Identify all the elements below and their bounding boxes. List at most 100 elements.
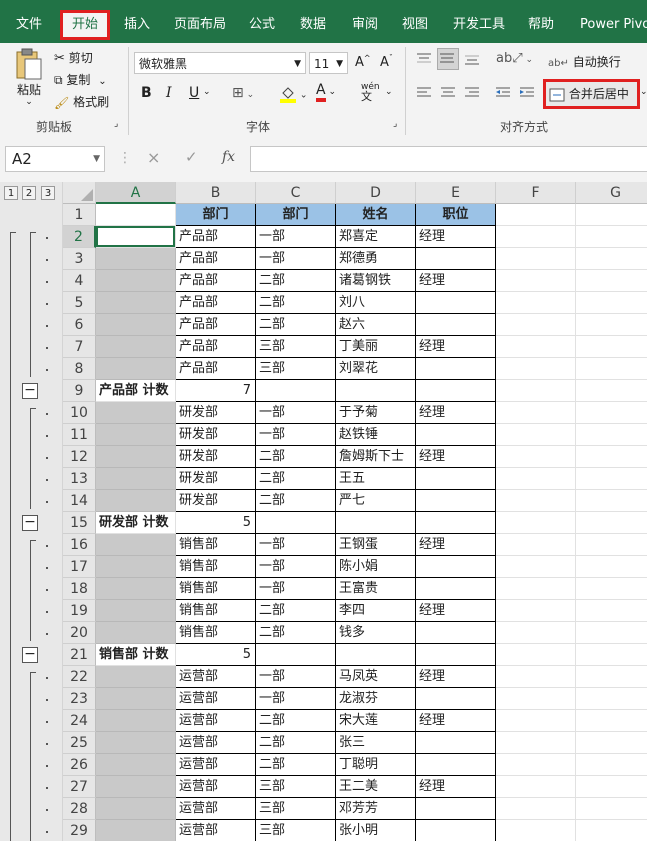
cell-column-a[interactable] xyxy=(96,336,176,358)
empty-cell[interactable] xyxy=(576,556,647,578)
subtotal-label-cell[interactable]: 产品部 计数 xyxy=(96,380,176,402)
table-cell[interactable] xyxy=(256,644,336,666)
header-cell-e[interactable]: 职位 xyxy=(416,204,496,226)
row-header[interactable]: 15 xyxy=(63,512,96,534)
formula-input[interactable] xyxy=(250,146,647,172)
outline-level-2-button[interactable]: 2 xyxy=(22,186,36,200)
outline-level-1-button[interactable]: 1 xyxy=(4,186,18,200)
cancel-icon[interactable]: × xyxy=(147,148,160,167)
font-launcher-icon[interactable]: ⌟ xyxy=(393,119,397,129)
table-cell-d[interactable]: 王钢蛋 xyxy=(336,534,416,556)
table-cell-e[interactable]: 经理 xyxy=(416,336,496,358)
table-cell-d[interactable]: 刘翠花 xyxy=(336,358,416,380)
table-cell-b[interactable]: 研发部 xyxy=(176,402,256,424)
table-cell[interactable] xyxy=(256,512,336,534)
row-header[interactable]: 3 xyxy=(63,248,96,270)
empty-cell[interactable] xyxy=(496,732,576,754)
table-cell-b[interactable]: 研发部 xyxy=(176,446,256,468)
table-cell[interactable] xyxy=(416,644,496,666)
enter-icon[interactable]: ✓ xyxy=(185,148,198,166)
align-middle-button[interactable] xyxy=(437,48,459,70)
table-cell-e[interactable]: 经理 xyxy=(416,534,496,556)
empty-cell[interactable] xyxy=(576,204,647,226)
collapse-group-button[interactable]: − xyxy=(22,383,38,399)
increase-font-button[interactable]: A^ xyxy=(355,54,371,70)
table-cell-c[interactable]: 三部 xyxy=(256,336,336,358)
table-cell-c[interactable]: 一部 xyxy=(256,534,336,556)
decrease-font-button[interactable]: Aˇ xyxy=(380,54,393,70)
row-header[interactable]: 12 xyxy=(63,446,96,468)
active-cell-outline[interactable] xyxy=(96,226,175,247)
row-header[interactable]: 2 xyxy=(63,226,96,248)
bold-button[interactable]: B xyxy=(141,85,152,101)
table-cell-b[interactable]: 销售部 xyxy=(176,534,256,556)
table-cell[interactable] xyxy=(336,380,416,402)
table-cell-b[interactable]: 研发部 xyxy=(176,490,256,512)
row-header[interactable]: 26 xyxy=(63,754,96,776)
empty-cell[interactable] xyxy=(576,666,647,688)
table-cell-b[interactable]: 销售部 xyxy=(176,600,256,622)
table-cell-d[interactable]: 宋大莲 xyxy=(336,710,416,732)
table-cell-e[interactable] xyxy=(416,820,496,841)
empty-cell[interactable] xyxy=(576,226,647,248)
empty-cell[interactable] xyxy=(496,666,576,688)
row-header[interactable]: 13 xyxy=(63,468,96,490)
empty-cell[interactable] xyxy=(576,644,647,666)
cell-column-a[interactable] xyxy=(96,424,176,446)
table-cell-c[interactable]: 二部 xyxy=(256,314,336,336)
copy-dropdown-icon[interactable]: ⌄ xyxy=(98,76,106,87)
empty-cell[interactable] xyxy=(496,820,576,841)
cell-column-a[interactable] xyxy=(96,666,176,688)
tab-review[interactable]: 审阅 xyxy=(352,14,378,36)
empty-cell[interactable] xyxy=(576,798,647,820)
table-cell-d[interactable]: 詹姆斯下士 xyxy=(336,446,416,468)
table-cell-c[interactable]: 三部 xyxy=(256,798,336,820)
table-cell-d[interactable]: 张三 xyxy=(336,732,416,754)
table-cell-d[interactable]: 丁聪明 xyxy=(336,754,416,776)
table-cell-e[interactable] xyxy=(416,732,496,754)
subtotal-count-cell[interactable]: 5 xyxy=(176,512,256,534)
empty-cell[interactable] xyxy=(496,270,576,292)
empty-cell[interactable] xyxy=(576,600,647,622)
row-header[interactable]: 28 xyxy=(63,798,96,820)
table-cell-b[interactable]: 产品部 xyxy=(176,358,256,380)
select-all-corner[interactable] xyxy=(63,182,96,204)
table-cell-d[interactable]: 王二美 xyxy=(336,776,416,798)
table-cell-c[interactable]: 一部 xyxy=(256,556,336,578)
empty-cell[interactable] xyxy=(496,512,576,534)
empty-cell[interactable] xyxy=(576,358,647,380)
table-cell-c[interactable]: 一部 xyxy=(256,688,336,710)
cell-column-a[interactable] xyxy=(96,798,176,820)
table-cell-b[interactable]: 产品部 xyxy=(176,270,256,292)
insert-function-icon[interactable]: fx xyxy=(222,149,235,165)
empty-cell[interactable] xyxy=(496,490,576,512)
table-cell-b[interactable]: 研发部 xyxy=(176,424,256,446)
merge-center-button[interactable]: 合并后居中 xyxy=(543,79,640,109)
table-cell[interactable] xyxy=(416,380,496,402)
empty-cell[interactable] xyxy=(576,754,647,776)
empty-cell[interactable] xyxy=(496,644,576,666)
row-header[interactable]: 19 xyxy=(63,600,96,622)
empty-cell[interactable] xyxy=(576,732,647,754)
row-header[interactable]: 29 xyxy=(63,820,96,841)
table-cell-c[interactable]: 一部 xyxy=(256,424,336,446)
table-cell-c[interactable]: 一部 xyxy=(256,578,336,600)
empty-cell[interactable] xyxy=(496,226,576,248)
underline-button[interactable]: U xyxy=(189,85,199,101)
empty-cell[interactable] xyxy=(496,358,576,380)
cell-a1[interactable] xyxy=(96,204,176,226)
subtotal-count-cell[interactable]: 7 xyxy=(176,380,256,402)
table-cell-d[interactable]: 郑喜定 xyxy=(336,226,416,248)
table-cell-d[interactable]: 严七 xyxy=(336,490,416,512)
table-cell-b[interactable]: 运营部 xyxy=(176,820,256,841)
table-cell-e[interactable]: 经理 xyxy=(416,226,496,248)
empty-cell[interactable] xyxy=(576,534,647,556)
table-cell-e[interactable]: 经理 xyxy=(416,402,496,424)
row-header[interactable]: 6 xyxy=(63,314,96,336)
empty-cell[interactable] xyxy=(576,776,647,798)
table-cell-d[interactable]: 丁美丽 xyxy=(336,336,416,358)
table-cell-d[interactable]: 王富贵 xyxy=(336,578,416,600)
copy-button[interactable]: ⧉ 复制 ⌄ xyxy=(54,71,107,88)
table-cell-b[interactable]: 产品部 xyxy=(176,226,256,248)
table-cell-c[interactable]: 一部 xyxy=(256,402,336,424)
